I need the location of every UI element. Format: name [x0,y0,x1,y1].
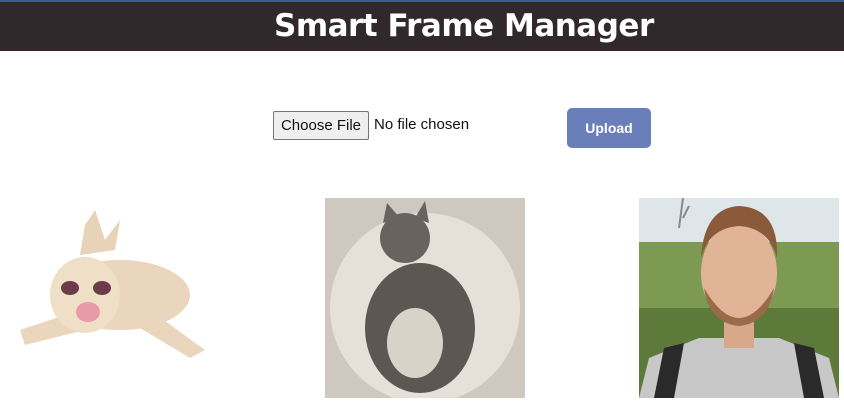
gallery-image-cat[interactable] [325,198,525,398]
upload-button[interactable]: Upload [567,108,651,148]
choose-file-button[interactable]: Choose File [273,111,369,140]
gallery-image-sloth[interactable] [10,200,210,365]
app-header: Smart Frame Manager [0,0,844,51]
page-title: Smart Frame Manager [274,8,654,44]
gallery-image-man[interactable] [639,198,839,398]
file-status-text: No file chosen [374,116,470,133]
